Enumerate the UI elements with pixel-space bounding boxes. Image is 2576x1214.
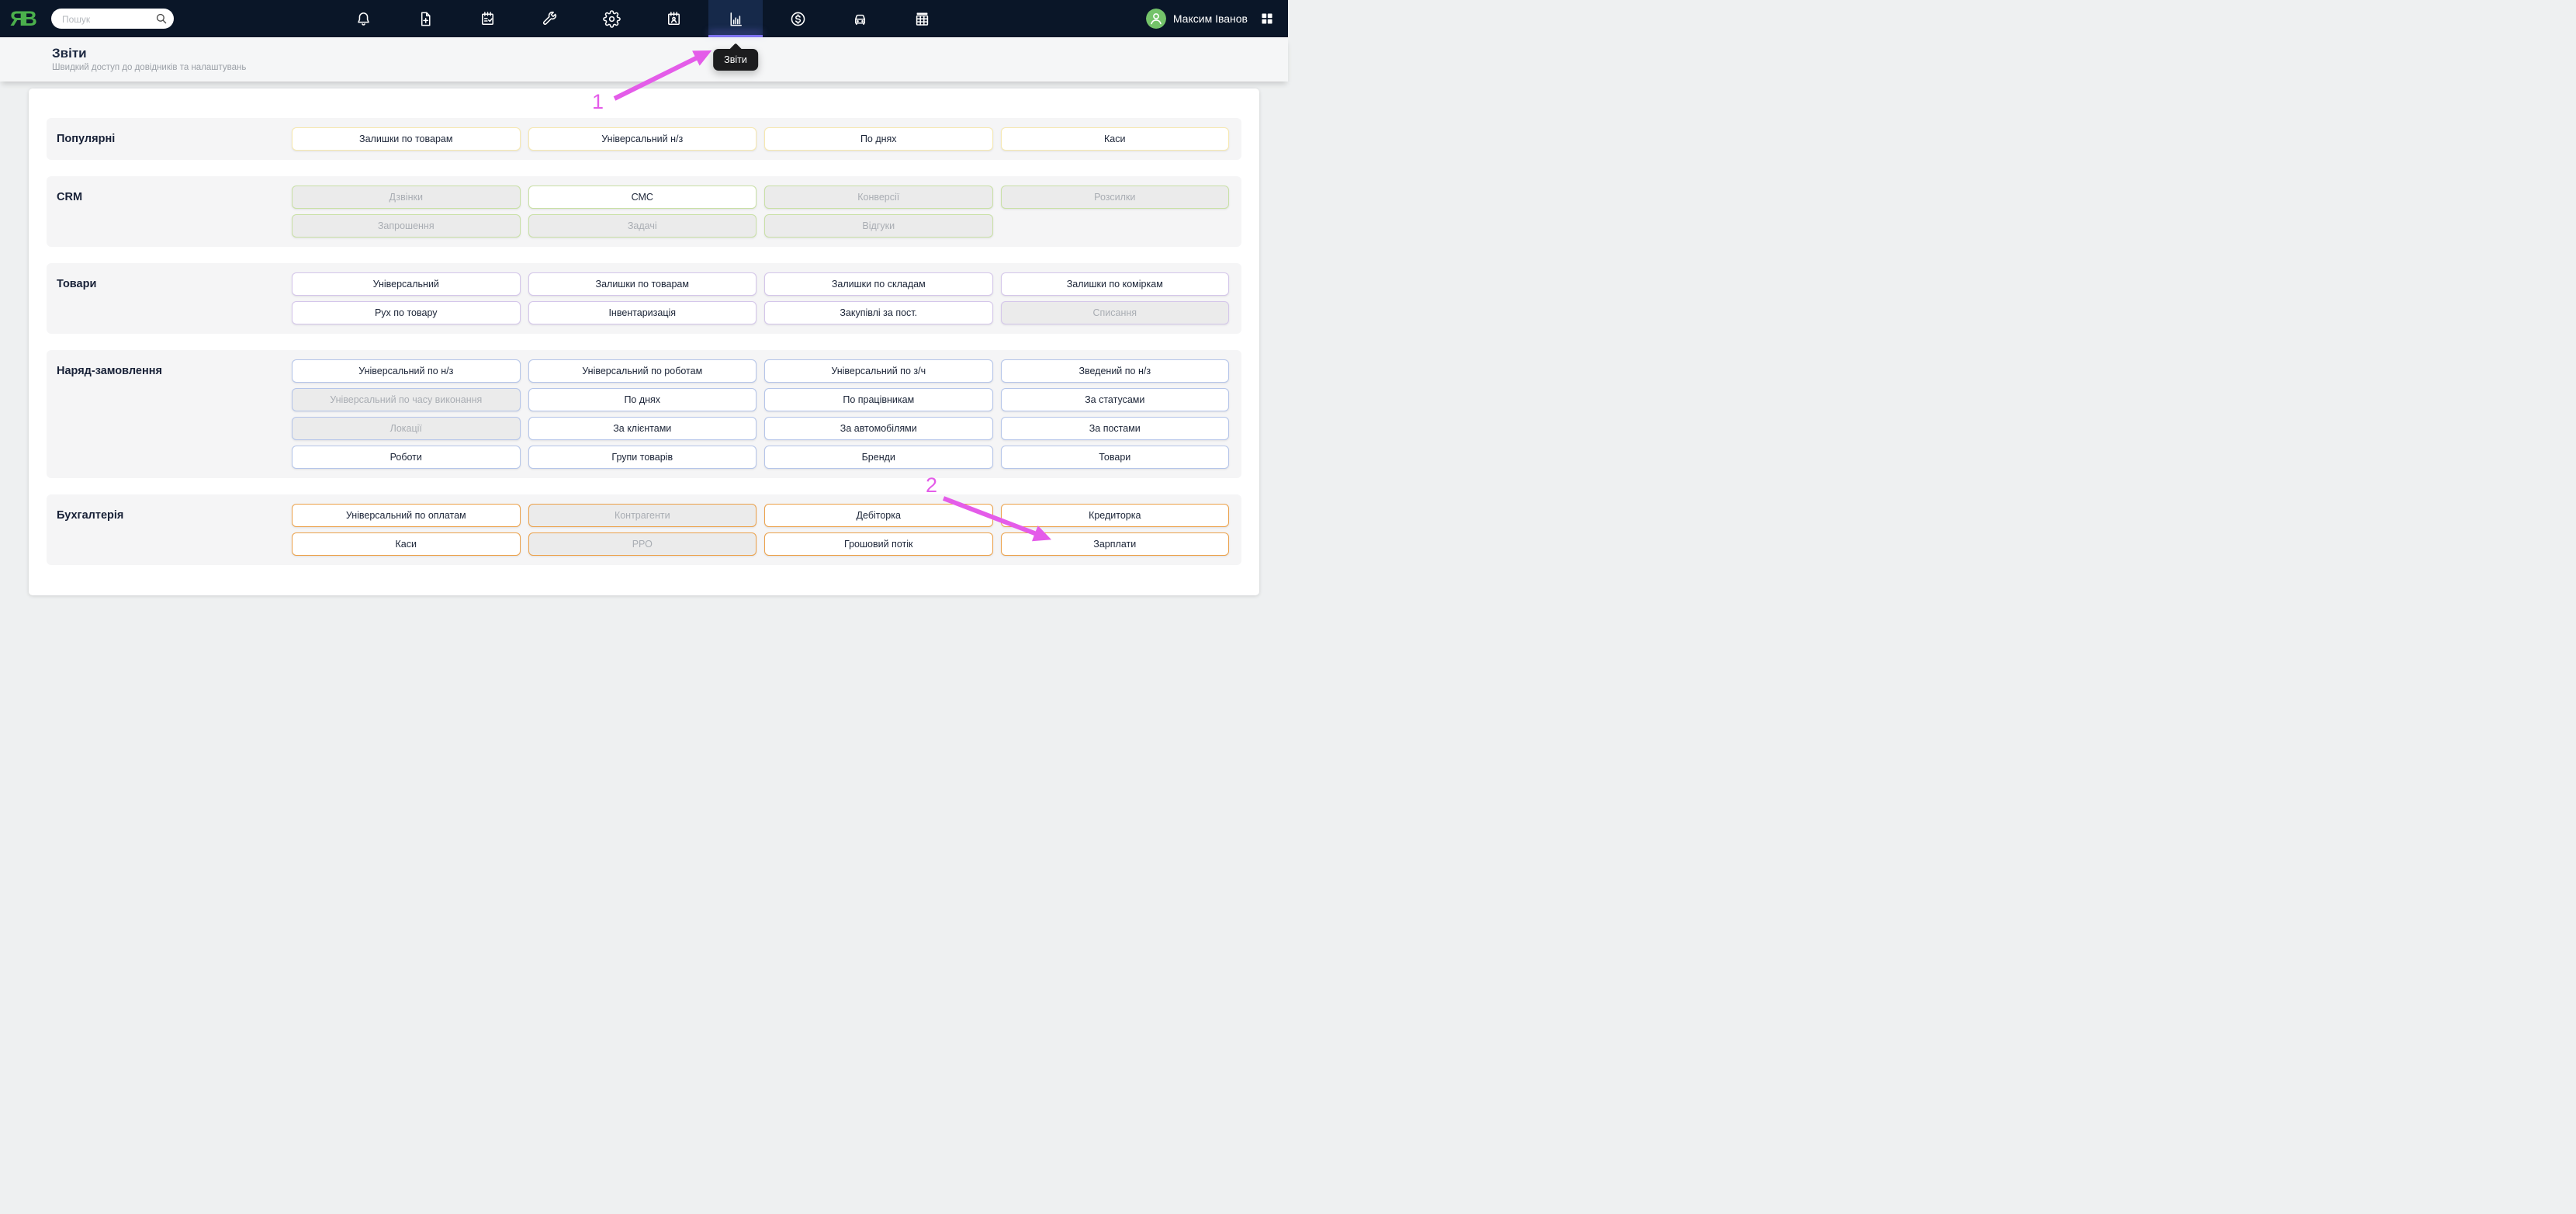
nav-item-reports[interactable] xyxy=(708,0,763,37)
report-button: Списання xyxy=(1001,301,1230,324)
section-5: БухгалтеріяУніверсальний по оплатам Контр… xyxy=(47,494,1241,565)
file-plus-icon xyxy=(417,10,435,28)
app-logo[interactable]: ЯВ xyxy=(10,5,34,32)
report-button[interactable]: Залишки по коміркам xyxy=(1001,272,1230,296)
section-grid: Універсальний Залишки по товарам Залишки п… xyxy=(292,272,1229,324)
table-icon xyxy=(913,10,931,28)
report-button: Контрагенти xyxy=(528,504,757,527)
apps-grid-icon[interactable] xyxy=(1260,12,1274,26)
top-nav: ЯВ Максим Іванов xyxy=(0,0,1288,37)
report-button[interactable]: Залишки по товарам xyxy=(292,127,521,151)
report-button[interactable]: Універсальний по н/з xyxy=(292,359,521,383)
reports-tooltip: Звіти xyxy=(713,49,758,71)
report-button: Дзвінки xyxy=(292,186,521,209)
nav-item-schedule[interactable] xyxy=(646,0,701,37)
nav-item-workshop[interactable] xyxy=(522,0,576,37)
nav-item-finance[interactable] xyxy=(770,0,825,37)
report-button: Локації xyxy=(292,417,521,440)
search-input[interactable] xyxy=(61,9,155,30)
section-label: Наряд-замовлення xyxy=(47,359,292,383)
nav-item-vehicles[interactable] xyxy=(833,0,887,37)
nav-item-new-document[interactable] xyxy=(398,0,452,37)
report-button: Розсилки xyxy=(1001,186,1230,209)
report-button[interactable]: Універсальний по з/ч xyxy=(764,359,993,383)
section-grid: Дзвінки СМС Конверсії Розсилки Запрошення Зад… xyxy=(292,186,1229,238)
report-button: Універсальний по часу виконання xyxy=(292,388,521,411)
report-button[interactable]: Дебіторка xyxy=(764,504,993,527)
section-3: ТовариУніверсальний Залишки по товарам Зал… xyxy=(47,263,1241,334)
report-button[interactable]: Групи товарів xyxy=(528,446,757,469)
report-button[interactable]: За постами xyxy=(1001,417,1230,440)
report-button[interactable]: За статусами xyxy=(1001,388,1230,411)
car-icon xyxy=(851,10,869,28)
section-grid: Універсальний по н/з Універсальний по роб… xyxy=(292,359,1229,469)
clipboard-check-icon xyxy=(479,10,497,28)
nav-item-settings[interactable] xyxy=(584,0,639,37)
report-button[interactable]: По працівникам xyxy=(764,388,993,411)
reports-card: ПопулярніЗалишки по товарамУніверсальний… xyxy=(29,88,1259,595)
report-button[interactable]: Каси xyxy=(292,532,521,556)
nav-item-orders[interactable] xyxy=(460,0,514,37)
report-button[interactable]: Каси xyxy=(1001,127,1230,151)
page-title: Звіти xyxy=(52,46,87,61)
report-button[interactable]: Універсальний н/з xyxy=(528,127,757,151)
search-box xyxy=(51,9,174,29)
report-button[interactable]: Закупівлі за пост. xyxy=(764,301,993,324)
section-label: CRM xyxy=(47,186,292,209)
section-label: Бухгалтерія xyxy=(47,504,292,527)
report-button[interactable]: По днях xyxy=(764,127,993,151)
section-grid: Залишки по товарам Універсальний н/з По дн… xyxy=(292,127,1229,151)
dollar-circle-icon xyxy=(789,10,807,28)
report-button[interactable]: Рух по товару xyxy=(292,301,521,324)
nav-item-tables[interactable] xyxy=(895,0,949,37)
report-button[interactable]: Зарплати xyxy=(1001,532,1230,556)
section-grid: Універсальний по оплатам Контрагенти Дебіт… xyxy=(292,504,1229,556)
report-button[interactable]: Залишки по складам xyxy=(764,272,993,296)
report-button: РРО xyxy=(528,532,757,556)
report-button[interactable]: Залишки по товарам xyxy=(528,272,757,296)
bar-chart-icon xyxy=(727,10,745,28)
section-label: Популярні xyxy=(47,127,292,151)
nav-item-notifications[interactable] xyxy=(336,0,390,37)
calendar-person-icon xyxy=(665,10,683,28)
section-2: CRMДзвінки СМС Конверсії Розсилки Запрошення… xyxy=(47,176,1241,247)
report-button[interactable]: Грошовий потік xyxy=(764,532,993,556)
report-button[interactable]: Інвентаризація xyxy=(528,301,757,324)
report-button[interactable]: Універсальний по роботам xyxy=(528,359,757,383)
user-area: Максим Іванов xyxy=(1146,0,1274,37)
section-label: Товари xyxy=(47,272,292,296)
search-icon xyxy=(155,12,168,25)
report-button: Запрошення xyxy=(292,214,521,238)
report-button: Задачі xyxy=(528,214,757,238)
user-name: Максим Іванов xyxy=(1173,12,1248,25)
bell-icon xyxy=(355,10,372,28)
gear-icon xyxy=(603,10,621,28)
report-button[interactable]: Універсальний xyxy=(292,272,521,296)
section-4: Наряд-замовленняУніверсальний по н/зУнів… xyxy=(47,350,1241,478)
report-button[interactable]: СМС xyxy=(528,186,757,209)
report-button[interactable]: За автомобілями xyxy=(764,417,993,440)
report-button[interactable]: За клієнтами xyxy=(528,417,757,440)
report-button[interactable]: Товари xyxy=(1001,446,1230,469)
report-button[interactable]: По днях xyxy=(528,388,757,411)
report-button[interactable]: Зведений по н/з xyxy=(1001,359,1230,383)
report-button[interactable]: Роботи xyxy=(292,446,521,469)
nav-items xyxy=(332,0,953,37)
user-avatar[interactable] xyxy=(1146,9,1166,29)
page-subtitle: Швидкий доступ до довідників та налаштув… xyxy=(52,63,246,72)
report-button: Відгуки xyxy=(764,214,993,238)
report-button: Конверсії xyxy=(764,186,993,209)
report-button[interactable]: Кредиторка xyxy=(1001,504,1230,527)
page-header: Звіти Швидкий доступ до довідників та на… xyxy=(0,37,1288,82)
wrench-icon xyxy=(541,10,559,28)
section-1: ПопулярніЗалишки по товарам Універсальний… xyxy=(47,118,1241,160)
report-button[interactable]: Бренди xyxy=(764,446,993,469)
report-button[interactable]: Універсальний по оплатам xyxy=(292,504,521,527)
